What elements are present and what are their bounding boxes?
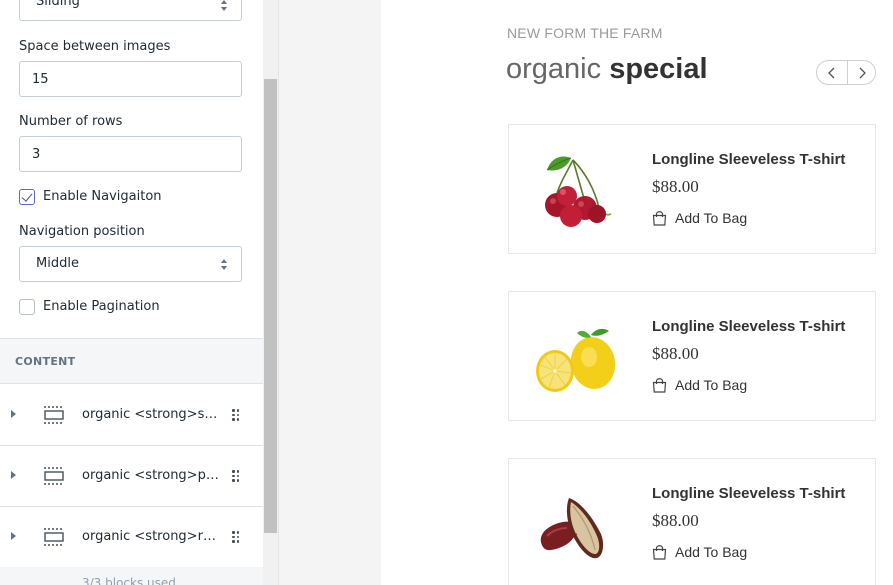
enable-navigation-label[interactable]: Enable Navigaiton <box>43 189 162 204</box>
number-of-rows-input[interactable] <box>19 136 242 172</box>
add-to-bag-label: Add To Bag <box>675 210 748 226</box>
navigation-position-label: Navigation position <box>19 224 145 239</box>
enable-pagination-label[interactable]: Enable Pagination <box>43 299 160 314</box>
navigation-position-value: Middle <box>36 256 79 271</box>
layout-select-value: Sliding <box>36 0 80 9</box>
shopping-bag-icon <box>652 545 667 560</box>
product-price: $88.00 <box>652 511 699 530</box>
space-between-images-label: Space between images <box>19 39 171 54</box>
content-block-row[interactable]: organic <strong>special <box>0 385 263 446</box>
space-between-images-input[interactable] <box>19 61 242 97</box>
expand-caret-icon[interactable] <box>11 532 16 540</box>
layout-select[interactable]: Sliding <box>19 0 242 21</box>
select-arrows-icon <box>221 258 229 272</box>
product-price: $88.00 <box>652 177 699 196</box>
carousel-navigation <box>816 60 876 85</box>
section-block-icon <box>44 528 64 546</box>
number-of-rows-label: Number of rows <box>19 114 123 129</box>
add-to-bag-label: Add To Bag <box>675 377 748 393</box>
shopping-bag-icon <box>652 211 667 226</box>
section-block-icon <box>44 467 64 485</box>
content-section-title: CONTENT <box>15 355 76 368</box>
enable-navigation-checkbox[interactable] <box>19 189 35 205</box>
blocks-used-text: 3/3 blocks used <box>82 576 176 585</box>
product-title[interactable]: Longline Sleeveless T-shirt <box>652 151 845 168</box>
content-block-label: organic <strong>random <box>82 529 220 544</box>
chevron-left-icon <box>828 67 835 79</box>
preview-gutter <box>279 0 381 585</box>
blocks-used-footer: 3/3 blocks used <box>0 567 263 585</box>
content-block-row[interactable]: organic <strong>random <box>0 507 263 568</box>
sidebar-scrollbar[interactable] <box>263 0 279 585</box>
section-heading: organic special <box>506 53 708 86</box>
section-block-icon <box>44 406 64 424</box>
section-eyebrow: NEW FORM THE FARM <box>507 25 663 41</box>
content-block-label: organic <strong>popular <box>82 468 220 483</box>
drag-handle-icon[interactable] <box>232 470 240 482</box>
add-to-bag-label: Add To Bag <box>675 544 748 560</box>
shopping-bag-icon <box>652 378 667 393</box>
product-title[interactable]: Longline Sleeveless T-shirt <box>652 485 845 502</box>
content-section-header: CONTENT <box>0 338 263 384</box>
date-fruit-icon <box>540 498 604 559</box>
sidebar-scrollbar-thumb[interactable] <box>264 79 277 533</box>
drag-handle-icon[interactable] <box>232 531 240 543</box>
select-arrows-icon <box>221 0 229 13</box>
section-heading-light: organic <box>506 53 602 85</box>
product-card[interactable]: Longline Sleeveless T-shirt $88.00 Add T… <box>508 291 876 421</box>
product-price: $88.00 <box>652 344 699 363</box>
product-card[interactable]: Longline Sleeveless T-shirt $88.00 Add T… <box>508 124 876 254</box>
storefront-preview: NEW FORM THE FARM organic special Longli… <box>381 0 893 585</box>
chevron-right-icon <box>859 67 866 79</box>
section-heading-bold: special <box>609 53 708 85</box>
expand-caret-icon[interactable] <box>11 471 16 479</box>
enable-pagination-checkbox[interactable] <box>19 299 35 315</box>
product-title[interactable]: Longline Sleeveless T-shirt <box>652 318 845 335</box>
settings-sidebar: Sliding Space between images Number of r… <box>0 0 263 585</box>
expand-caret-icon[interactable] <box>11 410 16 418</box>
navigation-position-select[interactable]: Middle <box>19 246 242 282</box>
lemon-icon <box>536 328 616 392</box>
drag-handle-icon[interactable] <box>232 409 240 421</box>
content-block-label: organic <strong>special <box>82 407 220 422</box>
carousel-next-button[interactable] <box>847 61 875 84</box>
product-card[interactable]: Longline Sleeveless T-shirt $88.00 Add T… <box>508 458 876 585</box>
cherries-icon <box>545 156 612 227</box>
content-block-row[interactable]: organic <strong>popular <box>0 446 263 507</box>
carousel-prev-button[interactable] <box>817 61 847 84</box>
